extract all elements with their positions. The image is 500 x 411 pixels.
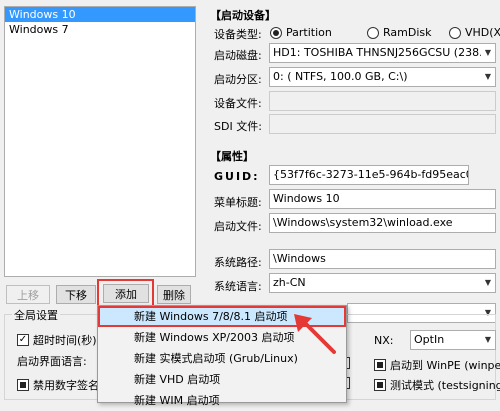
- boot-file-label: 启动文件:: [214, 220, 262, 233]
- chevron-down-icon: ▼: [484, 335, 492, 344]
- device-file-field[interactable]: [269, 91, 496, 111]
- testsigning-checkbox[interactable]: 测试模式 (testsigning): [374, 377, 500, 393]
- checkmark-icon: ✓: [17, 334, 29, 346]
- boot-disk-label: 启动磁盘:: [214, 49, 262, 62]
- timeout-label: 超时时间(秒): [33, 334, 97, 347]
- winpe-label: 启动到 WinPE (winpe): [390, 359, 500, 372]
- radio-vhd[interactable]: VHD(X): [449, 26, 500, 39]
- boot-ui-language-label: 启动界面语言:: [17, 355, 87, 368]
- chevron-down-icon: ▼: [484, 278, 492, 287]
- boot-partition-label: 启动分区:: [214, 73, 262, 86]
- system-path-label: 系统路径:: [214, 256, 262, 269]
- nx-value: OptIn: [414, 333, 445, 346]
- radio-dot: [270, 26, 282, 39]
- properties-header: 【属性】: [210, 150, 254, 163]
- system-language-value: zh-CN: [273, 276, 306, 289]
- device-type-label: 设备类型:: [214, 28, 262, 41]
- testsigning-label: 测试模式 (testsigning): [390, 379, 500, 392]
- list-item-windows10[interactable]: Windows 10: [5, 7, 195, 22]
- boot-entry-list[interactable]: Windows 10 Windows 7: [4, 6, 196, 277]
- boot-file-field[interactable]: \Windows\system32\winload.exe: [269, 213, 496, 233]
- menu-item-new-wim[interactable]: 新建 WIM 启动项: [98, 390, 346, 411]
- boot-partition-select[interactable]: 0: ( NTFS, 100.0 GB, C:\) ▼: [269, 67, 496, 87]
- add-button[interactable]: 添加: [103, 284, 149, 303]
- annotation-arrow-icon: [294, 314, 336, 354]
- chevron-down-icon: ▼: [484, 72, 492, 81]
- nx-select[interactable]: OptIn ▼: [410, 330, 496, 350]
- guid-label: GUID:: [214, 170, 260, 183]
- radio-dot: [367, 26, 379, 39]
- checkbox-box: [17, 379, 29, 391]
- delete-button[interactable]: 删除: [157, 285, 191, 304]
- boot-device-header: 【启动设备】: [210, 9, 276, 22]
- menu-title-label: 菜单标题:: [214, 196, 262, 209]
- sdi-file-field[interactable]: [269, 114, 496, 134]
- list-item-windows7[interactable]: Windows 7: [5, 22, 195, 37]
- system-path-field[interactable]: \Windows: [269, 249, 496, 269]
- radio-ramdisk-label: RamDisk: [383, 26, 432, 39]
- global-settings-header: 全局设置: [12, 307, 60, 323]
- menu-title-field[interactable]: Windows 10: [269, 189, 496, 209]
- move-up-button[interactable]: 上移: [6, 285, 50, 304]
- chevron-down-icon: ▼: [484, 48, 492, 57]
- radio-dot: [449, 26, 461, 39]
- winpe-checkbox[interactable]: 启动到 WinPE (winpe): [374, 357, 500, 373]
- system-language-select[interactable]: zh-CN ▼: [269, 273, 496, 293]
- boot-disk-value: HD1: TOSHIBA THNSNJ256GCSU (238.5 GB, C:: [273, 46, 481, 59]
- radio-partition[interactable]: Partition: [270, 26, 332, 39]
- device-file-label: 设备文件:: [214, 97, 262, 110]
- menu-item-new-vhd[interactable]: 新建 VHD 启动项: [98, 369, 346, 390]
- boot-disk-select[interactable]: HD1: TOSHIBA THNSNJ256GCSU (238.5 GB, C:…: [269, 43, 496, 63]
- boot-partition-value: 0: ( NTFS, 100.0 GB, C:\): [273, 70, 408, 83]
- system-language-label: 系统语言:: [214, 280, 262, 293]
- radio-partition-label: Partition: [286, 26, 332, 39]
- radio-ramdisk[interactable]: RamDisk: [367, 26, 432, 39]
- nx-label: NX:: [374, 334, 394, 347]
- radio-vhd-label: VHD(X): [465, 26, 500, 39]
- timeout-checkbox[interactable]: ✓ 超时时间(秒): [17, 332, 97, 348]
- move-down-button[interactable]: 下移: [56, 285, 96, 304]
- checkbox-box: [374, 379, 386, 391]
- checkbox-box: [374, 359, 386, 371]
- guid-field[interactable]: {53f7f6c-3273-11e5-964b-fd95eac0b5a4}: [269, 165, 469, 185]
- sdi-file-label: SDI 文件:: [214, 120, 262, 133]
